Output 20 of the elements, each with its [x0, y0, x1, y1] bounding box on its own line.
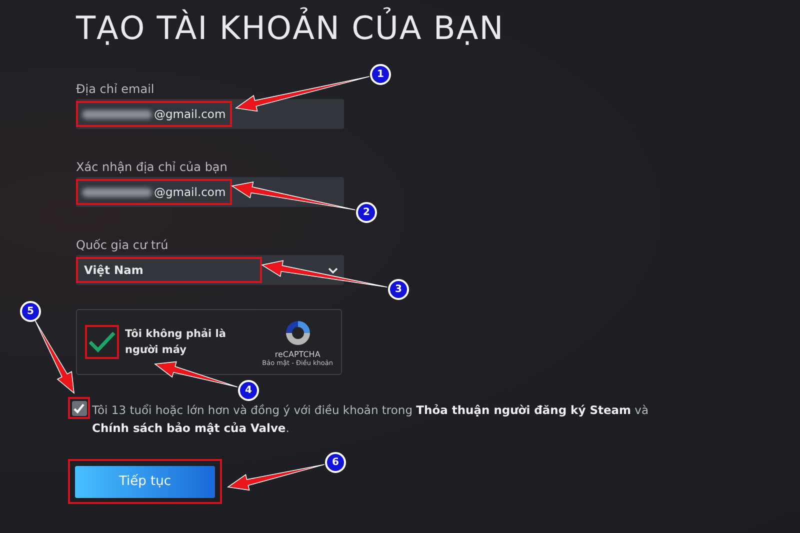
number-badge: 6: [325, 452, 346, 473]
field-label: Xác nhận địa chỉ của bạn: [76, 160, 228, 174]
field-label: Quốc gia cư trú: [76, 238, 168, 252]
captcha-label: Tôi không phải là người máy: [125, 327, 227, 358]
number-badge: 1: [370, 64, 391, 85]
input-field[interactable]: @gmail.com: [76, 99, 344, 129]
country-select[interactable]: Việt Nam: [76, 255, 344, 285]
agreement-text: Tôi 13 tuổi hoặc lớn hơn và đồng ý với điều khoản trong Thỏa thuận người đăng ký Steam và Chính sách bảo mật của Valve.: [92, 402, 650, 437]
continue-button[interactable]: Tiếp tục: [75, 466, 215, 498]
captcha-checkbox[interactable]: [87, 330, 117, 354]
number-badge: 3: [388, 279, 409, 300]
caret-icon: [328, 266, 338, 274]
page-title: TẠO TÀI KHOẢN CỦA BẠN: [76, 8, 506, 48]
input-field[interactable]: @gmail.com: [76, 177, 344, 207]
number-badge: 2: [356, 202, 377, 223]
recaptcha-brand: reCAPTCHA: [274, 350, 320, 358]
number-badge: 4: [238, 380, 259, 401]
number-badge: 5: [20, 301, 41, 322]
field-label: Địa chỉ email: [76, 82, 154, 96]
agreement-checkbox[interactable]: [72, 400, 86, 416]
